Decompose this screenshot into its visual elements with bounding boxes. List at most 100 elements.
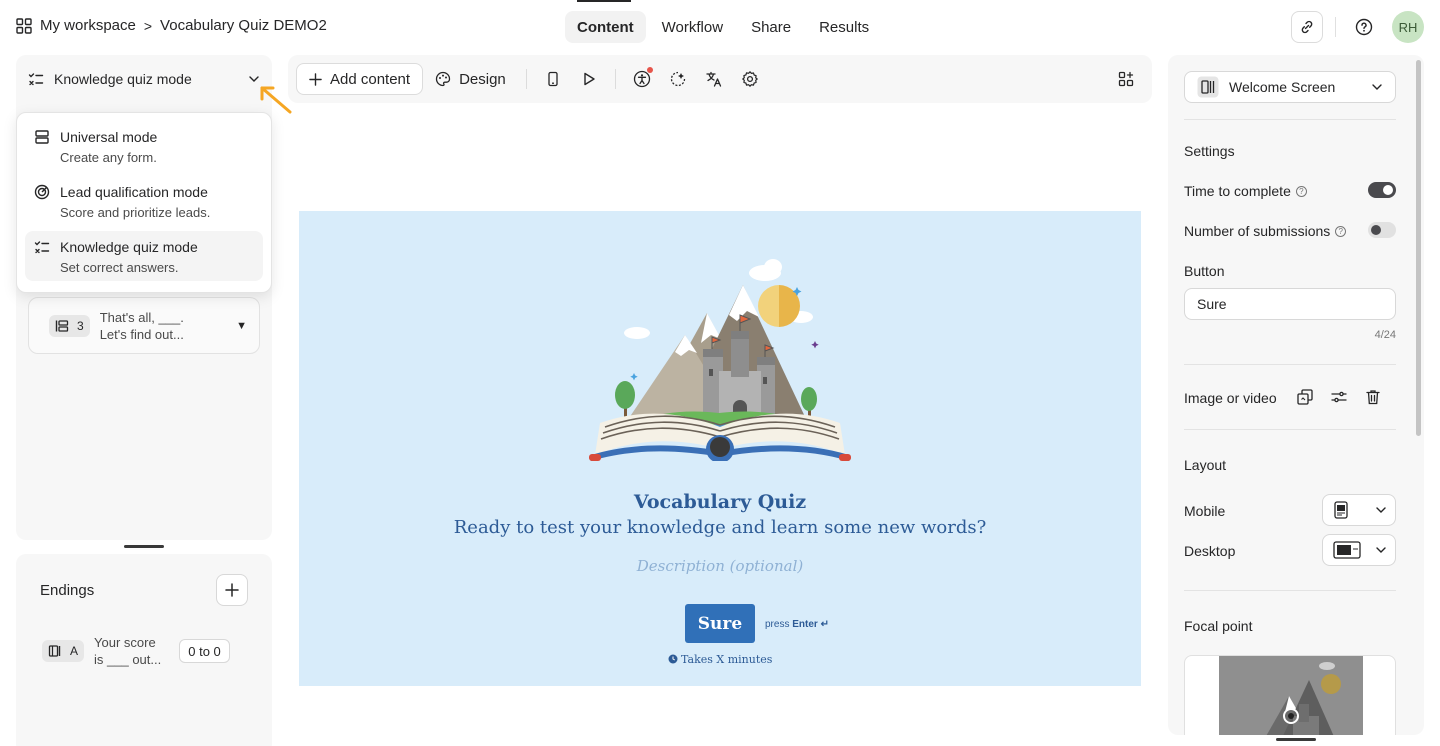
settings-button[interactable] (732, 63, 768, 95)
welcome-title[interactable]: Vocabulary Quiz (299, 491, 1141, 513)
tab-share[interactable]: Share (739, 11, 803, 43)
chevron-down-icon (1376, 507, 1386, 513)
copy-link-button[interactable] (1291, 11, 1323, 43)
breadcrumb-form-title[interactable]: Vocabulary Quiz DEMO2 (160, 17, 327, 34)
notification-dot (646, 67, 653, 73)
mobile-layout-icon (1334, 501, 1348, 519)
add-content-button[interactable]: Add content (296, 63, 424, 95)
ending-item[interactable]: A Your score is ___ out... 0 to 0 (42, 634, 230, 668)
translate-button[interactable] (696, 63, 732, 95)
question-text-line: That's all, ___. (99, 309, 184, 325)
ending-letter: A (70, 644, 79, 658)
properties-scrollbar[interactable] (1416, 60, 1421, 436)
question-badge: 3 (49, 314, 90, 337)
help-icon[interactable]: ? (1295, 185, 1307, 197)
screen-type-select[interactable]: Welcome Screen (1184, 71, 1396, 103)
desktop-layout-select[interactable] (1322, 534, 1396, 566)
toolbar-divider (525, 69, 527, 89)
welcome-description-placeholder[interactable]: Description (optional) (299, 557, 1141, 575)
help-button[interactable] (1348, 11, 1380, 43)
toolbar-divider (614, 69, 616, 89)
number-of-submissions-label: Number of submissions ? (1184, 223, 1347, 239)
main-tabs: Content Workflow Share Results (565, 11, 881, 43)
number-of-submissions-text: Number of submissions (1184, 223, 1331, 239)
mode-option-universal[interactable]: Universal mode Create any form. (25, 121, 263, 171)
toggle-knob (1371, 225, 1381, 235)
focal-point-picker[interactable] (1184, 655, 1396, 735)
score-range[interactable]: 0 to 0 (179, 639, 230, 663)
preview-button[interactable] (571, 63, 607, 95)
desktop-layout-icon (1333, 541, 1361, 559)
add-ending-button[interactable] (216, 574, 248, 606)
question-circle-icon (1355, 18, 1373, 36)
grid-icon[interactable] (16, 17, 32, 34)
time-to-complete-toggle[interactable] (1368, 182, 1396, 198)
ai-assist-button[interactable] (660, 63, 696, 95)
mode-option-subtitle: Score and prioritize leads. (60, 205, 211, 220)
play-icon (584, 72, 595, 86)
media-actions (1296, 388, 1382, 406)
checklist-icon (34, 241, 50, 254)
apps-button[interactable] (1108, 63, 1144, 95)
add-content-label: Add content (330, 70, 411, 88)
ending-badge: A (42, 640, 85, 662)
translate-icon (706, 71, 721, 87)
design-button[interactable]: Design (423, 63, 518, 95)
number-of-submissions-toggle[interactable] (1368, 222, 1396, 238)
tab-content[interactable]: Content (565, 11, 646, 43)
focal-point-heading: Focal point (1184, 618, 1253, 634)
endings-panel: Endings A Your score is ___ out... 0 to … (16, 554, 272, 746)
mobile-preview-button[interactable] (535, 63, 571, 95)
mobile-label: Mobile (1184, 503, 1226, 519)
mode-option-lead-qualification[interactable]: Lead qualification mode Score and priori… (25, 176, 263, 226)
link-icon (1301, 20, 1313, 34)
breadcrumb-separator: > (143, 17, 153, 34)
section-divider (1184, 119, 1396, 120)
trash-icon[interactable] (1364, 388, 1382, 406)
ending-text: Your score is ___ out... (94, 634, 161, 668)
screen-type-value: Welcome Screen (1229, 79, 1336, 95)
caret-down-icon[interactable]: ▼ (236, 320, 247, 332)
mode-option-subtitle: Set correct answers. (60, 260, 179, 275)
welcome-screen-icon (1197, 76, 1219, 98)
press-enter-hint: press Enter ↵ (765, 619, 829, 630)
panel-resize-handle[interactable] (124, 545, 164, 548)
mobile-layout-select[interactable] (1322, 494, 1396, 526)
character-counter: 4/24 (1374, 329, 1396, 341)
settings-heading: Settings (1184, 143, 1235, 159)
mode-select[interactable]: Knowledge quiz mode (16, 55, 272, 103)
accessibility-button[interactable] (624, 63, 660, 95)
tab-workflow[interactable]: Workflow (650, 11, 735, 43)
desktop-label: Desktop (1184, 543, 1236, 559)
mode-option-subtitle: Create any form. (60, 150, 157, 165)
plus-icon (309, 72, 322, 86)
mode-option-title: Knowledge quiz mode (60, 239, 198, 255)
image-or-video-label: Image or video (1184, 390, 1277, 406)
welcome-subtitle[interactable]: Ready to test your knowledge and learn s… (299, 517, 1141, 538)
user-avatar[interactable]: RH (1392, 11, 1424, 43)
rows-icon (35, 130, 49, 144)
apps-plus-icon (1118, 71, 1134, 87)
sparkle-loop-icon (670, 71, 685, 87)
section-divider (1184, 429, 1396, 430)
list-statement-icon (55, 319, 69, 332)
question-item[interactable]: 3 That's all, ___. Let's find out... ▼ (28, 297, 260, 354)
button-text-input[interactable] (1184, 288, 1396, 320)
press-label: press (765, 619, 790, 630)
help-icon[interactable]: ? (1335, 225, 1347, 237)
clock-icon (668, 654, 678, 664)
replace-media-icon[interactable] (1296, 388, 1314, 406)
mode-option-knowledge-quiz[interactable]: Knowledge quiz mode Set correct answers. (25, 231, 263, 281)
panel-resize-handle[interactable] (1276, 738, 1316, 741)
question-text: That's all, ___. Let's find out... (100, 309, 184, 343)
start-quiz-button[interactable]: Sure (685, 604, 755, 643)
question-text-line: Let's find out... (99, 326, 184, 342)
palette-icon (435, 71, 451, 87)
breadcrumb-workspace-link[interactable]: My workspace (40, 17, 136, 34)
tab-results[interactable]: Results (807, 11, 881, 43)
mode-option-title: Lead qualification mode (60, 184, 208, 200)
form-preview-canvas[interactable]: Vocabulary Quiz Ready to test your knowl… (299, 211, 1141, 686)
focal-point-image (1219, 656, 1363, 735)
adjust-sliders-icon[interactable] (1330, 388, 1348, 406)
chevron-down-icon (1376, 547, 1386, 553)
